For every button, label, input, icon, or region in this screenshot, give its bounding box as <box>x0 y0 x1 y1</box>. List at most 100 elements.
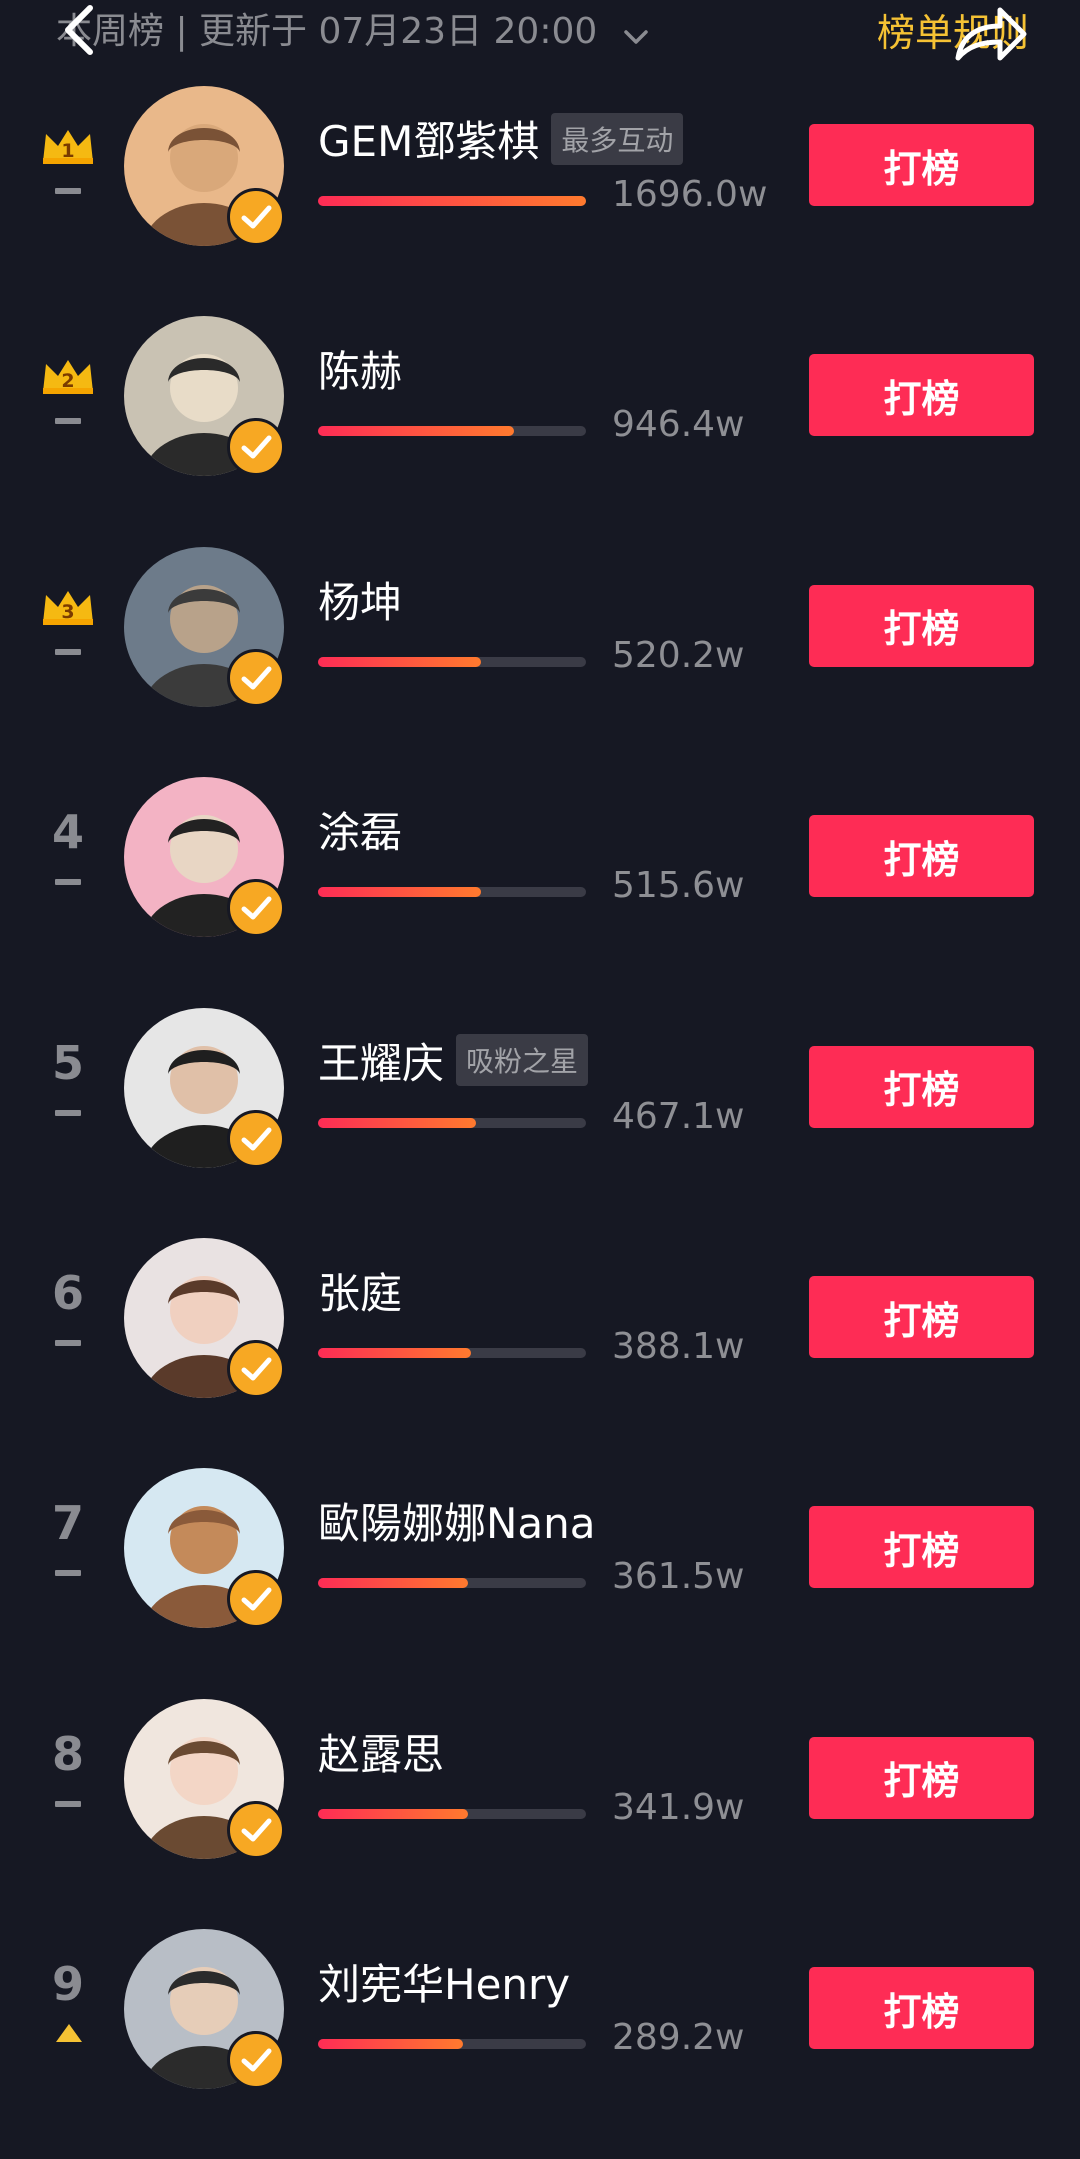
rank-number: 4 <box>51 805 84 860</box>
score-value: 361.5w <box>612 1556 745 1598</box>
artist-name[interactable]: GEM鄧紫棋 <box>318 117 539 166</box>
progress-bar <box>318 1348 586 1358</box>
verified-check-icon <box>227 648 285 707</box>
name-line: 涂磊 <box>318 799 402 857</box>
verified-check-icon <box>227 879 285 938</box>
artist-name[interactable]: 杨坤 <box>318 578 402 627</box>
artist-name[interactable]: 赵露思 <box>318 1730 444 1779</box>
score-value: 467.1w <box>612 1095 745 1137</box>
progress-bar <box>318 656 586 667</box>
verified-check-icon <box>227 418 285 477</box>
ranking-row[interactable]: 4 涂磊 515.6w 打榜 <box>0 777 1080 1007</box>
progress-fill <box>318 1348 471 1358</box>
name-line: 赵露思 <box>318 1721 444 1779</box>
artist-name[interactable]: 涂磊 <box>318 808 402 857</box>
vote-button[interactable]: 打榜 <box>809 1276 1034 1358</box>
artist-name[interactable]: 张庭 <box>318 1269 402 1318</box>
progress-bar <box>318 887 586 898</box>
progress-bar <box>318 1117 586 1128</box>
trend-flat-icon <box>55 188 81 194</box>
progress-fill <box>318 1578 469 1589</box>
rank-number: 1 <box>61 140 74 162</box>
ranking-row[interactable]: 3 杨坤 520.2w 打榜 <box>0 546 1080 777</box>
progress-fill <box>318 196 586 206</box>
trend-flat-icon <box>55 1800 81 1807</box>
vote-button[interactable]: 打榜 <box>809 354 1034 437</box>
vote-button[interactable]: 打榜 <box>809 584 1034 667</box>
ranking-title[interactable]: 本周榜 | 更新于 07月23日 20:00 <box>56 2 649 54</box>
score-value: 388.1w <box>612 1326 745 1367</box>
artist-name[interactable]: 陈赫 <box>318 347 402 396</box>
ranking-row[interactable]: 2 陈赫 946.4w 打榜 <box>0 316 1080 546</box>
progress-fill <box>318 887 482 898</box>
progress-fill <box>318 1808 469 1819</box>
progress-fill <box>318 656 482 667</box>
ranking-row[interactable]: 7 歐陽娜娜Nana 361.5w 打榜 <box>0 1468 1080 1698</box>
name-line: 王耀庆 吸粉之星 <box>318 1030 589 1088</box>
artist-name[interactable]: 歐陽娜娜Nana <box>318 1499 596 1548</box>
score-value: 289.2w <box>612 2017 745 2059</box>
progress-bar <box>318 1808 586 1819</box>
vote-button[interactable]: 打榜 <box>809 124 1034 206</box>
artist-name[interactable]: 刘宪华Henry <box>318 1960 570 2009</box>
progress-fill <box>318 426 514 437</box>
progress-bar <box>318 2039 586 2050</box>
share-arrow-icon[interactable] <box>950 0 1030 66</box>
name-line: 陈赫 <box>318 338 402 396</box>
ranking-row[interactable]: 9 刘宪华Henry 289.2w 打榜 <box>0 1929 1080 2159</box>
trend-up-icon <box>56 2024 82 2043</box>
score-value: 341.9w <box>612 1786 745 1828</box>
tag-badge: 吸粉之星 <box>456 1034 589 1087</box>
vote-button[interactable]: 打榜 <box>809 1506 1034 1589</box>
name-line: 张庭 <box>318 1260 402 1318</box>
ranking-title-text: 本周榜 | 更新于 07月23日 20:00 <box>56 11 598 52</box>
verified-check-icon <box>227 1109 285 1168</box>
vote-button[interactable]: 打榜 <box>809 1967 1034 2050</box>
progress-fill <box>318 1117 477 1128</box>
trend-flat-icon <box>55 879 81 886</box>
trend-flat-icon <box>55 1109 81 1116</box>
name-line: 歐陽娜娜Nana <box>318 1490 596 1548</box>
name-line: 刘宪华Henry <box>318 1951 570 2009</box>
score-value: 520.2w <box>612 634 745 676</box>
trend-flat-icon <box>55 1340 81 1346</box>
chevron-down-icon[interactable] <box>623 13 649 54</box>
score-value: 1696.0w <box>612 174 768 215</box>
verified-check-icon <box>227 1340 285 1398</box>
score-value: 946.4w <box>612 404 745 446</box>
rank-number: 9 <box>51 1957 84 2012</box>
rank-number: 8 <box>51 1726 84 1781</box>
verified-check-icon <box>227 2031 285 2090</box>
verified-check-icon <box>227 1570 285 1629</box>
ranking-row[interactable]: 6 张庭 388.1w 打榜 <box>0 1238 1080 1468</box>
top-bar: 本周榜 | 更新于 07月23日 20:00 榜单规则 <box>0 0 1080 61</box>
rank-number: 7 <box>51 1496 84 1551</box>
ranking-row[interactable]: 1 GEM鄧紫棋 最多互动 1696.0w 打榜 <box>0 86 1080 316</box>
trend-flat-icon <box>55 1570 81 1577</box>
crown-icon: 1 <box>40 126 96 166</box>
rank-number: 3 <box>61 601 74 623</box>
ranking-row[interactable]: 8 赵露思 341.9w 打榜 <box>0 1698 1080 1929</box>
progress-bar <box>318 1578 586 1589</box>
vote-button[interactable]: 打榜 <box>809 815 1034 898</box>
crown-icon: 3 <box>40 587 96 627</box>
progress-fill <box>318 2039 463 2050</box>
back-arrow-icon[interactable] <box>56 2 100 58</box>
tag-badge: 最多互动 <box>551 112 684 165</box>
ranking-row[interactable]: 5 王耀庆 吸粉之星 467.1w 打榜 <box>0 1007 1080 1238</box>
artist-name[interactable]: 王耀庆 <box>318 1039 444 1088</box>
rank-number: 6 <box>51 1266 84 1320</box>
vote-button[interactable]: 打榜 <box>809 1045 1034 1128</box>
score-value: 515.6w <box>612 865 745 907</box>
name-line: GEM鄧紫棋 最多互动 <box>318 108 684 166</box>
verified-check-icon <box>227 1800 285 1859</box>
progress-bar <box>318 426 586 437</box>
verified-check-icon <box>227 188 285 246</box>
rank-number: 5 <box>51 1035 84 1090</box>
vote-button[interactable]: 打榜 <box>809 1736 1034 1819</box>
trend-flat-icon <box>55 648 81 655</box>
rank-number: 2 <box>61 370 74 392</box>
name-line: 杨坤 <box>318 569 402 627</box>
progress-bar <box>318 196 586 206</box>
trend-flat-icon <box>55 418 81 425</box>
